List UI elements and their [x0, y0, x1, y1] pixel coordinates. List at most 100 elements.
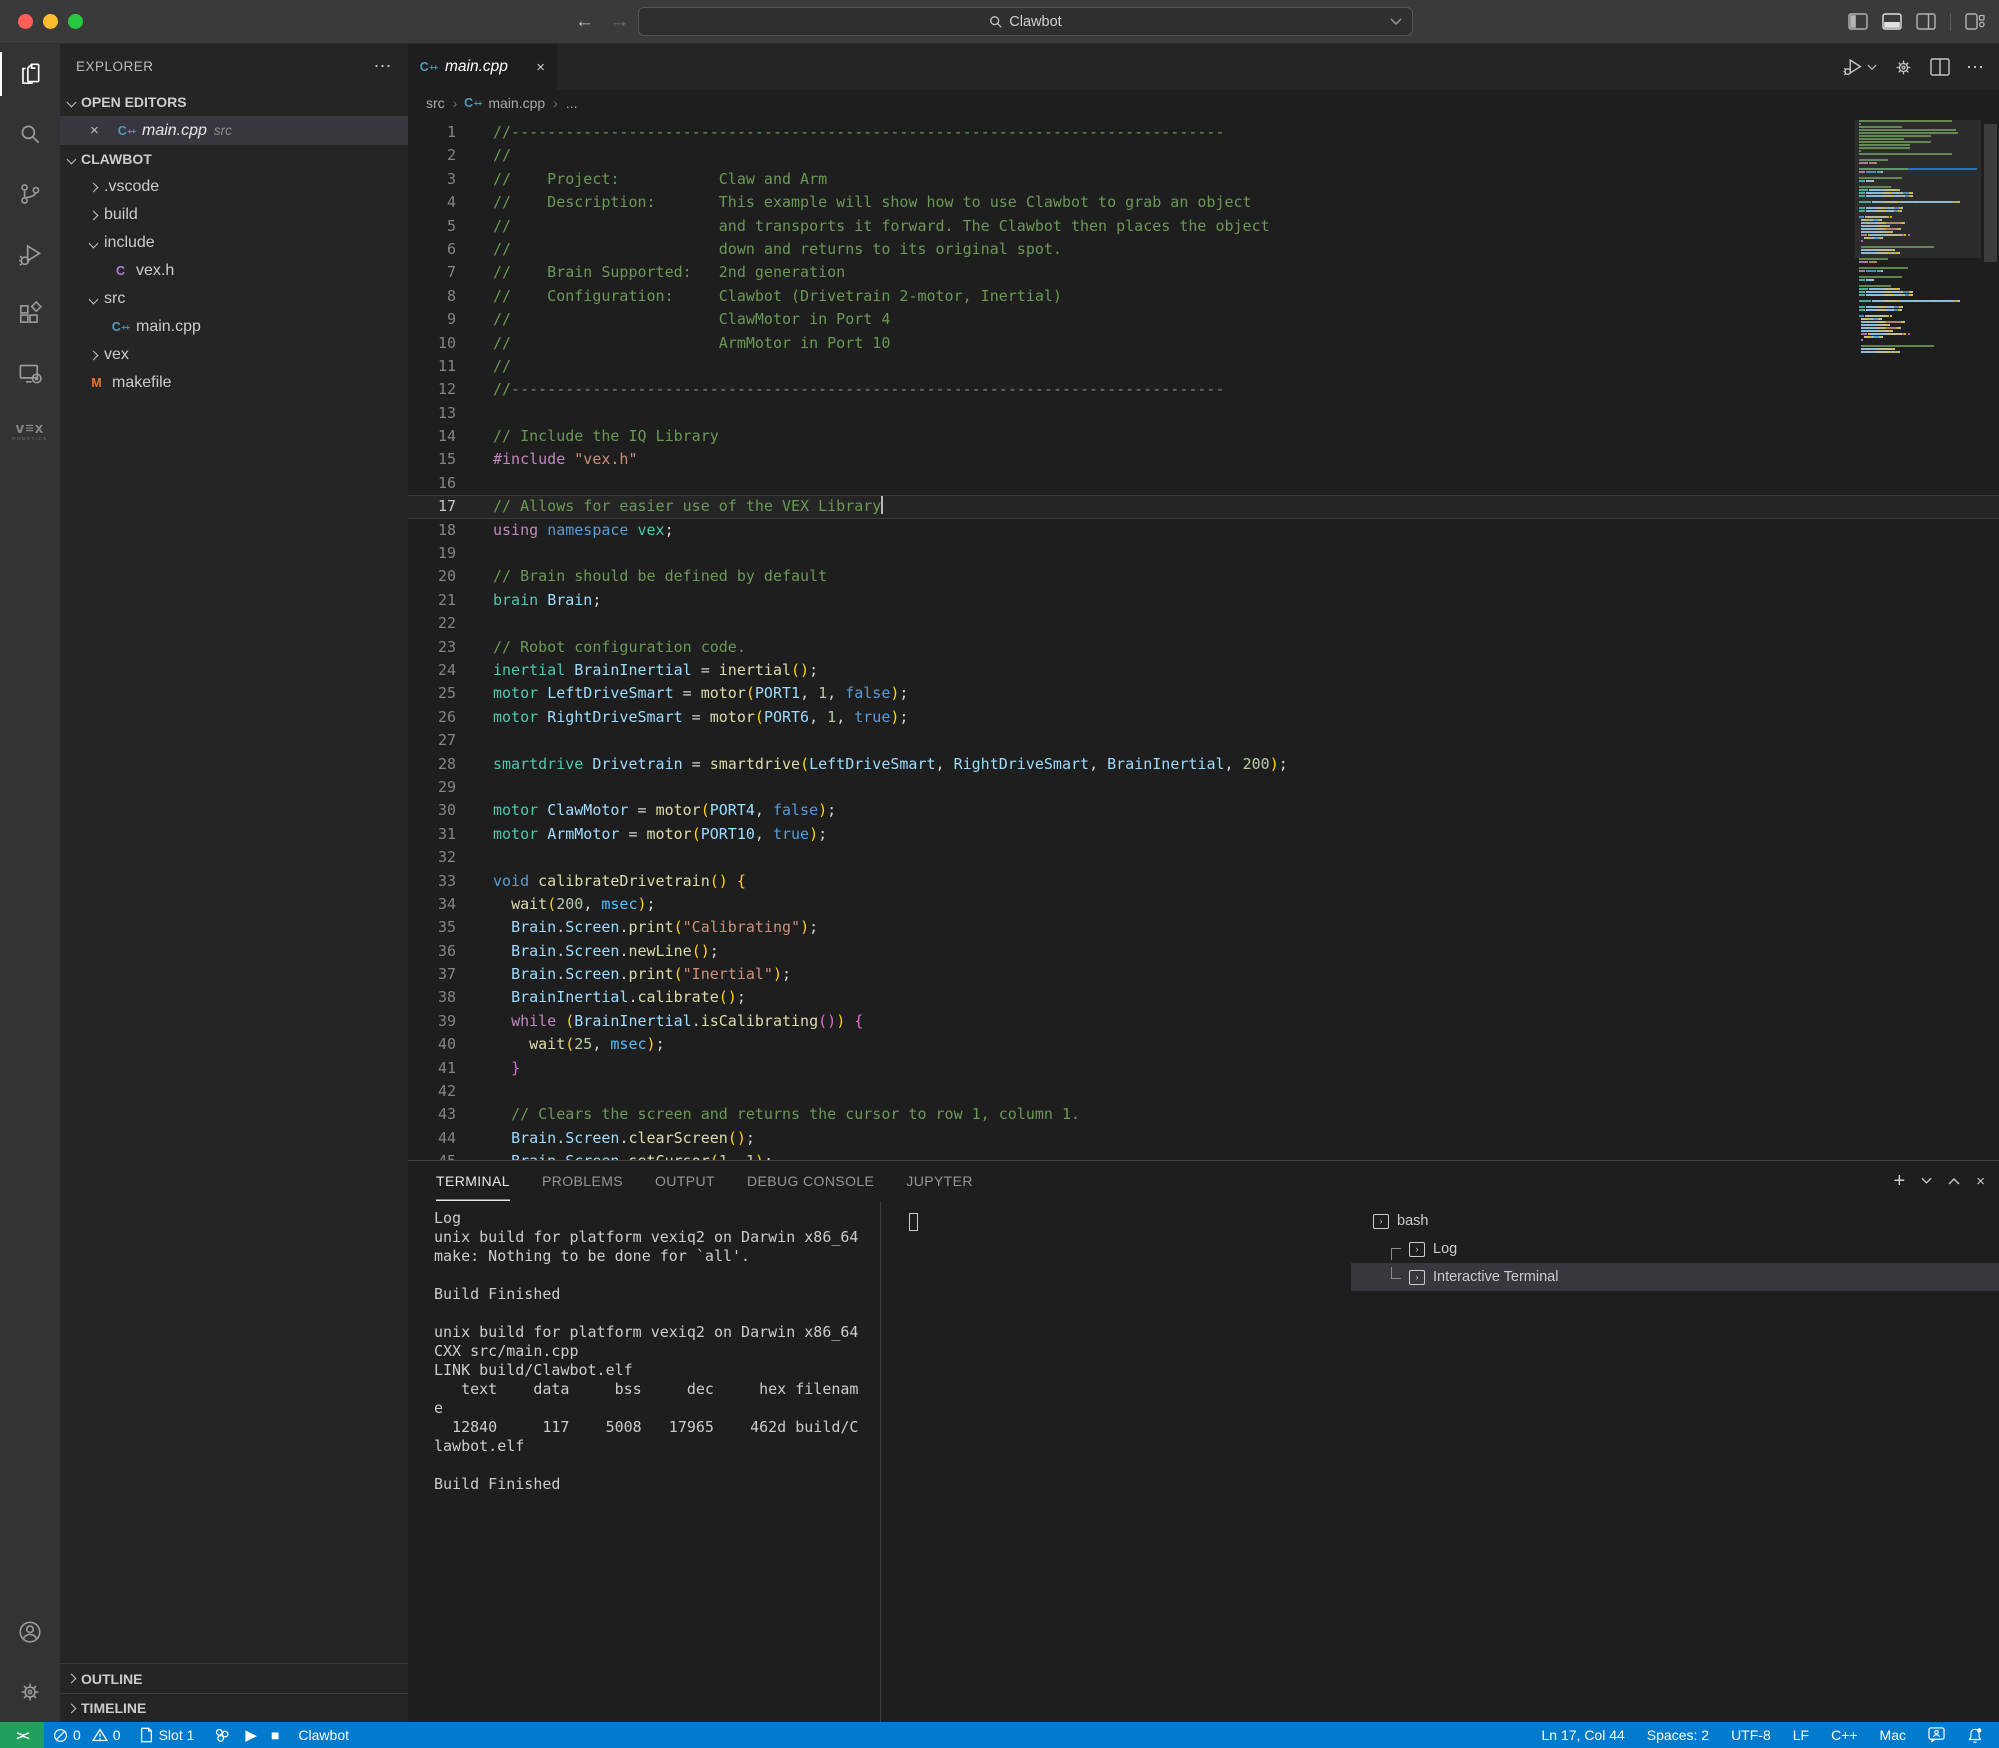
explorer-actions-icon[interactable]: ⋯ — [374, 56, 393, 77]
tree-item-vex[interactable]: vex — [60, 341, 408, 369]
toggle-primary-sidebar-icon[interactable] — [1848, 13, 1868, 30]
cursor-position-status[interactable]: Ln 17, Col 44 — [1531, 1722, 1636, 1748]
tree-item-main-cpp[interactable]: C ++ main.cpp — [60, 313, 408, 341]
chevron-down-icon[interactable] — [1390, 18, 1402, 26]
activitybar-accounts-icon[interactable] — [0, 1602, 60, 1662]
code-line[interactable]: 41 } — [408, 1057, 1999, 1080]
code-line[interactable]: 39 while (BrainInertial.isCalibrating())… — [408, 1010, 1999, 1033]
terminal-log-pane[interactable]: Log unix build for platform vexiq2 on Dar… — [408, 1201, 880, 1722]
remote-indicator[interactable]: >< — [0, 1722, 44, 1748]
code-line[interactable]: 7// Brain Supported: 2nd generation — [408, 261, 1999, 284]
vex-brain-icon[interactable] — [213, 1726, 231, 1744]
terminal-list-item-interactive[interactable]: › Interactive Terminal — [1351, 1263, 1999, 1291]
tab-terminal[interactable]: TERMINAL — [436, 1161, 510, 1201]
code-line[interactable]: 33 void calibrateDrivetrain() { — [408, 870, 1999, 893]
code-line[interactable]: 26 motor RightDriveSmart = motor(PORT6, 1… — [408, 706, 1999, 729]
activitybar-remote-explorer-icon[interactable] — [0, 344, 60, 404]
code-line[interactable]: 3// Project: Claw and Arm — [408, 168, 1999, 191]
outline-section[interactable]: OUTLINE — [60, 1664, 408, 1693]
code-line[interactable]: 29 — [408, 776, 1999, 799]
code-line[interactable]: 25 motor LeftDriveSmart = motor(PORT1, 1,… — [408, 682, 1999, 705]
tree-item-vex-h[interactable]: C vex.h — [60, 257, 408, 285]
activitybar-settings-gear-icon[interactable] — [0, 1662, 60, 1722]
tab-problems[interactable]: PROBLEMS — [542, 1161, 623, 1201]
close-window-button[interactable] — [18, 14, 33, 29]
customize-layout-icon[interactable] — [1965, 13, 1985, 30]
tab-jupyter[interactable]: JUPYTER — [906, 1161, 973, 1201]
code-line[interactable]: 19 — [408, 542, 1999, 565]
code-line[interactable]: 13 — [408, 402, 1999, 425]
timeline-section[interactable]: TIMELINE — [60, 1693, 408, 1722]
code-line[interactable]: 16 — [408, 472, 1999, 495]
feedback-icon[interactable] — [1917, 1722, 1956, 1748]
code-line[interactable]: 4// Description: This example will show … — [408, 191, 1999, 214]
breadcrumb-file[interactable]: main.cpp — [488, 95, 545, 111]
slot-selector[interactable]: Slot 1 — [130, 1722, 204, 1748]
code-line[interactable]: 40 wait(25, msec); — [408, 1033, 1999, 1056]
code-line[interactable]: 21 brain Brain; — [408, 589, 1999, 612]
code-line[interactable]: 5// and transports it forward. The Clawb… — [408, 215, 1999, 238]
close-editor-icon[interactable]: × — [90, 122, 99, 139]
activitybar-explorer-icon[interactable] — [0, 44, 60, 104]
tree-item-makefile[interactable]: M makefile — [60, 369, 408, 397]
code-line[interactable]: 36 Brain.Screen.newLine(); — [408, 940, 1999, 963]
project-root-clawbot[interactable]: CLAWBOT — [60, 145, 408, 173]
code-line[interactable]: 2// — [408, 144, 1999, 167]
problems-status[interactable]: 0 0 — [44, 1722, 130, 1748]
code-editor[interactable]: 1//-------------------------------------… — [408, 116, 1999, 1160]
code-line[interactable]: 1//-------------------------------------… — [408, 121, 1999, 144]
open-editors-section[interactable]: OPEN EDITORS — [60, 88, 408, 116]
code-line[interactable]: 35 Brain.Screen.print("Calibrating"); — [408, 916, 1999, 939]
code-line[interactable]: 10// ArmMotor in Port 10 — [408, 332, 1999, 355]
run-or-debug-button[interactable] — [1842, 56, 1877, 78]
code-line[interactable]: 43 // Clears the screen and returns the … — [408, 1103, 1999, 1126]
code-line[interactable]: 42 — [408, 1080, 1999, 1103]
activitybar-vex-icon[interactable]: v≡x ROBOTICS — [0, 404, 60, 464]
code-line[interactable]: 11// — [408, 355, 1999, 378]
terminal-list-item-log[interactable]: › Log — [1351, 1235, 1999, 1263]
tab-debug-console[interactable]: DEBUG CONSOLE — [747, 1161, 874, 1201]
code-line[interactable]: 20// Brain should be defined by default — [408, 565, 1999, 588]
code-line[interactable]: 23// Robot configuration code. — [408, 636, 1999, 659]
editor-scrollbar[interactable] — [1984, 124, 1997, 262]
tree-item-src[interactable]: src — [60, 285, 408, 313]
code-line[interactable]: 22 — [408, 612, 1999, 635]
code-line[interactable]: 14// Include the IQ Library — [408, 425, 1999, 448]
editor-settings-gear-icon[interactable] — [1893, 57, 1914, 78]
code-line[interactable]: 15 #include "vex.h" — [408, 448, 1999, 471]
code-line[interactable]: 44 Brain.Screen.clearScreen(); — [408, 1127, 1999, 1150]
code-line[interactable]: 37 Brain.Screen.print("Inertial"); — [408, 963, 1999, 986]
code-line[interactable]: 24 inertial BrainInertial = inertial(); — [408, 659, 1999, 682]
activitybar-search-icon[interactable] — [0, 104, 60, 164]
tab-output[interactable]: OUTPUT — [655, 1161, 715, 1201]
editor-more-actions-icon[interactable]: ⋯ — [1966, 57, 1985, 78]
breadcrumb-src[interactable]: src — [426, 95, 445, 111]
encoding-status[interactable]: UTF-8 — [1720, 1722, 1782, 1748]
indentation-status[interactable]: Spaces: 2 — [1636, 1722, 1720, 1748]
code-line[interactable]: 18 using namespace vex; — [408, 519, 1999, 542]
toggle-panel-icon[interactable] — [1882, 13, 1902, 30]
minimap[interactable] — [1855, 120, 1981, 354]
platform-status[interactable]: Mac — [1869, 1722, 1917, 1748]
history-back-icon[interactable]: ← — [575, 11, 594, 33]
split-editor-icon[interactable] — [1930, 58, 1950, 76]
run-program-icon[interactable]: ▶ — [245, 1726, 257, 1744]
history-forward-icon[interactable]: → — [610, 11, 629, 33]
close-tab-icon[interactable]: × — [536, 59, 545, 76]
code-line[interactable]: 17// Allows for easier use of the VEX Li… — [408, 495, 1999, 518]
new-terminal-icon[interactable]: + — [1894, 1170, 1906, 1193]
code-line[interactable]: 28 smartdrive Drivetrain = smartdrive(Lef… — [408, 753, 1999, 776]
minimap-viewport[interactable] — [1855, 120, 1981, 258]
terminal-interactive-pane[interactable] — [881, 1201, 1351, 1722]
breadcrumb-symbol[interactable]: ... — [566, 95, 578, 111]
toggle-secondary-sidebar-icon[interactable] — [1916, 13, 1936, 30]
eol-status[interactable]: LF — [1782, 1722, 1820, 1748]
tab-main-cpp[interactable]: C ++ main.cpp × — [408, 44, 558, 90]
command-center-search[interactable]: Clawbot — [638, 7, 1413, 36]
code-line[interactable]: 34 wait(200, msec); — [408, 893, 1999, 916]
tree-item-include[interactable]: include — [60, 229, 408, 257]
tree-item-build[interactable]: build — [60, 201, 408, 229]
tree-item-vscode[interactable]: .vscode — [60, 173, 408, 201]
window-controls[interactable] — [18, 14, 83, 29]
project-name-status[interactable]: Clawbot — [289, 1722, 358, 1748]
